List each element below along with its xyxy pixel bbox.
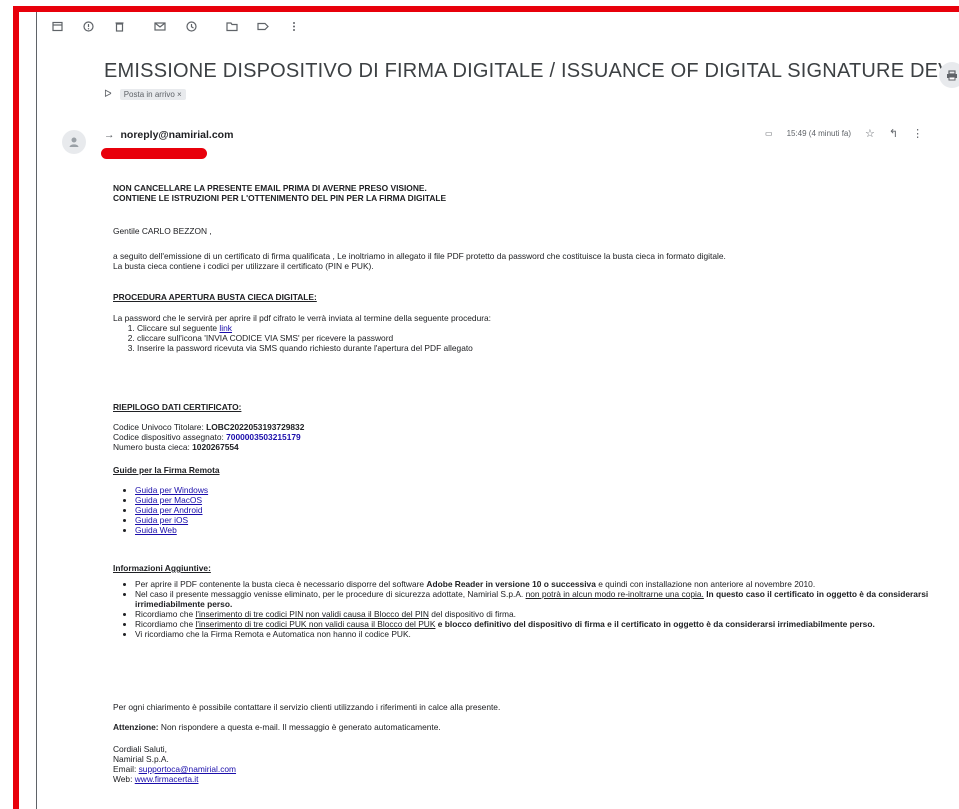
guide-item: Guida per MacOS	[135, 495, 953, 505]
print-icon[interactable]	[939, 62, 959, 88]
forwarded-icon: →	[104, 129, 115, 141]
guide-item: Guida per Windows	[135, 485, 953, 495]
guides-block: Guida per Windows Guida per MacOS Guida …	[113, 485, 953, 535]
holder-code-value: LOBC2022053193729832	[206, 422, 305, 432]
intro-line-1: a seguito dell'emissione di un certifica…	[113, 251, 726, 261]
procedure-intro: La password che le servirà per aprire il…	[113, 313, 491, 323]
guide-ios-link[interactable]: Guida per iOS	[135, 515, 188, 525]
info-item-1: Per aprire il PDF contenente la busta ci…	[135, 579, 953, 589]
guide-item: Guida per iOS	[135, 515, 953, 525]
sender-line: → noreply@namirial.com	[104, 129, 233, 141]
procedure-step-3: Inserire la password ricevuta via SMS qu…	[137, 343, 953, 353]
email-subject: EMISSIONE DISPOSITIVO DI FIRMA DIGITALE …	[104, 60, 959, 82]
info-item-5: Vi ricordiamo che la Firma Remota e Auto…	[135, 629, 953, 639]
red-frame-top	[13, 6, 959, 12]
guide-android-link[interactable]: Guida per Android	[135, 505, 203, 515]
summary-block: Codice Univoco Titolare: LOBC20220531937…	[113, 422, 953, 452]
device-code-row: Codice dispositivo assegnato: 7000003503…	[113, 432, 953, 442]
support-email-link[interactable]: supportoca@namirial.com	[139, 764, 236, 774]
closing: Cordiali Saluti,	[113, 744, 167, 754]
contact-line: Per ogni chiarimento è possibile contatt…	[113, 702, 501, 712]
inbox-label-chip[interactable]: Posta in arrivo ×	[119, 89, 186, 100]
label-row: ᐅ Posta in arrivo ×	[104, 89, 186, 100]
archive-icon[interactable]	[48, 17, 66, 35]
warning-line-2: CONTIENE LE ISTRUZIONI PER L'OTTENIMENTO…	[113, 193, 447, 203]
attention-label: Attenzione:	[113, 722, 159, 732]
message-meta: ▭ 15:49 (4 minuti fa) ☆ ↰ ⋮	[765, 127, 937, 140]
summary-title: RIEPILOGO DATI CERTIFICATO:	[113, 402, 242, 412]
reply-icon[interactable]: ↰	[889, 127, 898, 140]
label-icon[interactable]	[254, 17, 272, 35]
company-name: Namirial S.p.A.	[113, 754, 169, 764]
star-icon[interactable]: ☆	[865, 127, 875, 140]
attachment-icon: ▭	[765, 129, 773, 138]
snooze-icon[interactable]	[182, 17, 200, 35]
attention-text: Non rispondere a questa e-mail. Il messa…	[158, 722, 441, 732]
info-item-2: Nel caso il presente messaggio venisse e…	[135, 589, 953, 609]
guides-title: Guide per la Firma Remota	[113, 465, 220, 475]
info-item-4: Ricordiamo che l'inserimento di tre codi…	[135, 619, 953, 629]
guide-windows-link[interactable]: Guida per Windows	[135, 485, 208, 495]
info-list: Per aprire il PDF contenente la busta ci…	[113, 579, 953, 639]
web-row: Web: www.firmacerta.it	[113, 774, 953, 784]
holder-code-label: Codice Univoco Titolare:	[113, 422, 207, 432]
intro-line-2: La busta cieca contiene i codici per uti…	[113, 261, 374, 271]
important-marker-icon[interactable]: ᐅ	[104, 89, 112, 100]
info-title: Informazioni Aggiuntive:	[113, 563, 211, 573]
website-link[interactable]: www.firmacerta.it	[135, 774, 199, 784]
guide-item: Guida Web	[135, 525, 953, 535]
info-block: Per aprire il PDF contenente la busta ci…	[113, 579, 953, 639]
guide-item: Guida per Android	[135, 505, 953, 515]
web-label: Web:	[113, 774, 135, 784]
envelope-value: 1020267554	[192, 442, 239, 452]
report-spam-icon[interactable]	[79, 17, 97, 35]
procedure-step-2: cliccare sull'icona 'INVIA CODICE VIA SM…	[137, 333, 953, 343]
greeting: Gentile CARLO BEZZON ,	[113, 226, 212, 236]
message-time: 15:49 (4 minuti fa)	[786, 129, 852, 138]
mark-unread-icon[interactable]	[151, 17, 169, 35]
envelope-row: Numero busta cieca: 1020267554	[113, 442, 953, 452]
device-code-value[interactable]: 7000003503215179	[226, 432, 301, 442]
delete-icon[interactable]	[110, 17, 128, 35]
procedure-steps: Cliccare sul seguente link cliccare sull…	[113, 323, 953, 353]
device-code-label: Codice dispositivo assegnato:	[113, 432, 227, 442]
sender-avatar	[62, 130, 86, 154]
signature-block: Cordiali Saluti, Namirial S.p.A. Email: …	[113, 744, 953, 784]
holder-code-row: Codice Univoco Titolare: LOBC20220531937…	[113, 422, 953, 432]
guide-macos-link[interactable]: Guida per MacOS	[135, 495, 202, 505]
redaction-mark	[101, 148, 207, 159]
attention-line: Attenzione: Non rispondere a questa e-ma…	[113, 722, 953, 732]
email-toolbar	[48, 16, 316, 36]
email-row: Email: supportoca@namirial.com	[113, 764, 953, 774]
intro-block: a seguito dell'emissione di un certifica…	[113, 251, 953, 271]
email-label: Email:	[113, 764, 139, 774]
info-item-3: Ricordiamo che l'inserimento di tre codi…	[135, 609, 953, 619]
warning-block: NON CANCELLARE LA PRESENTE EMAIL PRIMA D…	[113, 183, 953, 203]
warning-line-1: NON CANCELLARE LA PRESENTE EMAIL PRIMA D…	[113, 183, 427, 193]
red-frame-left	[13, 6, 19, 809]
procedure-block: La password che le servirà per aprire il…	[113, 313, 953, 353]
procedure-step-1: Cliccare sul seguente link	[137, 323, 953, 333]
step-1-text: Cliccare sul seguente	[137, 323, 220, 333]
divider-line	[36, 12, 37, 809]
move-to-icon[interactable]	[223, 17, 241, 35]
message-more-icon[interactable]: ⋮	[912, 127, 923, 140]
procedure-title: PROCEDURA APERTURA BUSTA CIECA DIGITALE:	[113, 292, 317, 302]
sender-email[interactable]: noreply@namirial.com	[121, 129, 234, 141]
more-vert-icon[interactable]	[285, 17, 303, 35]
guide-web-link[interactable]: Guida Web	[135, 525, 177, 535]
envelope-label: Numero busta cieca:	[113, 442, 193, 452]
step-1-link[interactable]: link	[219, 323, 232, 333]
guides-list: Guida per Windows Guida per MacOS Guida …	[113, 485, 953, 535]
